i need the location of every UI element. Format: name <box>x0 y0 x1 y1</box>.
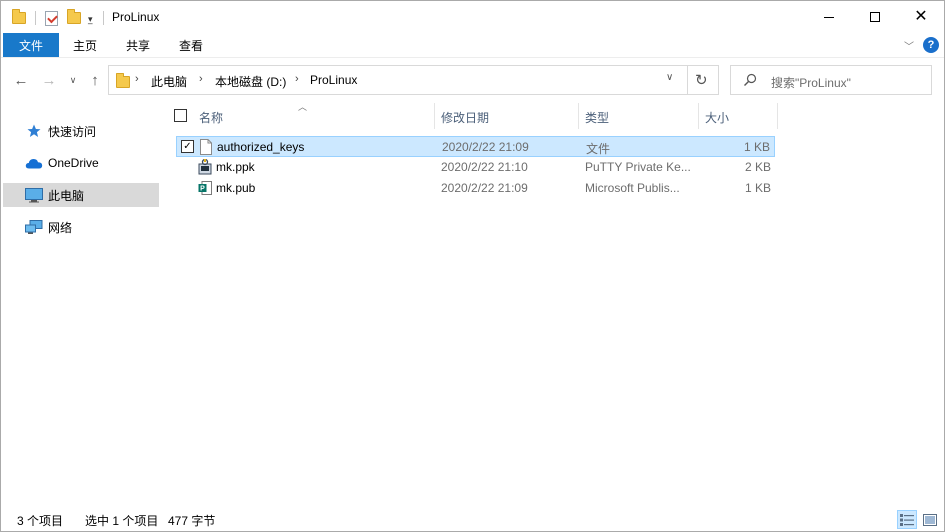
forward-arrow-icon[interactable]: → <box>39 70 59 90</box>
sidebar-item-label: 网络 <box>48 220 73 235</box>
chevron-right-icon[interactable]: › <box>135 73 139 85</box>
column-divider[interactable] <box>434 103 435 129</box>
address-divider <box>687 66 688 94</box>
file-row-mk-ppk[interactable]: mk.ppk 2020/2/22 21:10 PuTTY Private Ke.… <box>176 157 775 178</box>
properties-icon[interactable] <box>45 9 58 27</box>
sort-ascending-icon: ︿ <box>298 102 308 112</box>
sidebar-item-onedrive[interactable]: OneDrive <box>3 151 159 175</box>
search-box[interactable]: 搜索"ProLinux" <box>730 65 932 95</box>
file-size: 2 KB <box>744 160 771 174</box>
column-header-date[interactable]: 修改日期 <box>441 109 489 126</box>
up-arrow-icon[interactable]: ↑ <box>85 70 105 90</box>
window-title: ProLinux <box>112 10 160 24</box>
star-icon <box>25 123 43 139</box>
column-divider[interactable] <box>578 103 579 129</box>
large-icons-view-button[interactable] <box>920 510 940 529</box>
computer-icon <box>25 187 43 203</box>
select-all-checkbox[interactable] <box>174 109 187 122</box>
column-header-size[interactable]: 大小 <box>705 109 729 126</box>
ribbon: 文件 主页 共享 查看 ﹀ ? <box>1 33 944 58</box>
details-view-icon <box>900 513 914 526</box>
file-type: Microsoft Publis... <box>585 181 680 195</box>
status-size: 477 字节 <box>168 514 216 528</box>
search-input[interactable]: 搜索"ProLinux" <box>771 74 851 91</box>
tab-share[interactable]: 共享 <box>116 33 160 57</box>
address-bar[interactable]: › 此电脑 › 本地磁盘 (D:) › ProLinux ∨ ↻ <box>108 65 719 95</box>
recent-dropdown-icon[interactable]: ∨ <box>63 70 83 90</box>
network-icon <box>25 219 43 235</box>
tab-file[interactable]: 文件 <box>3 33 59 57</box>
column-divider[interactable] <box>777 103 778 129</box>
address-dropdown-icon[interactable]: ∨ <box>666 72 673 83</box>
file-row-mk-pub[interactable]: P mk.pub 2020/2/22 21:09 Microsoft Publi… <box>176 178 775 199</box>
file-date: 2020/2/22 21:10 <box>441 160 528 174</box>
sidebar-item-network[interactable]: 网络 <box>3 215 159 239</box>
breadcrumb-local-disk[interactable]: 本地磁盘 (D:) <box>215 73 286 90</box>
status-bar: 3 个项目 选中 1 个项目 477 字节 <box>1 507 944 531</box>
folder-icon[interactable] <box>12 9 26 27</box>
customize-dropdown-icon[interactable]: ▾̲ <box>88 10 93 28</box>
file-name[interactable]: mk.ppk <box>216 160 255 174</box>
expand-ribbon-icon[interactable]: ﹀ <box>904 38 914 53</box>
search-icon <box>744 73 757 86</box>
back-arrow-icon[interactable]: ← <box>11 70 31 90</box>
blank-file-icon <box>200 139 212 155</box>
file-name[interactable]: mk.pub <box>216 181 255 195</box>
refresh-icon[interactable]: ↻ <box>695 71 708 89</box>
close-icon: ✕ <box>914 8 928 25</box>
title-bar: ▾̲ ProLinux ✕ <box>1 1 944 33</box>
file-row-authorized-keys[interactable]: ✓ authorized_keys 2020/2/22 21:09 文件 1 K… <box>176 136 775 157</box>
toolbar-divider <box>103 11 104 25</box>
chevron-right-icon[interactable]: › <box>295 73 299 85</box>
details-view-button[interactable] <box>897 510 917 529</box>
status-selection: 选中 1 个项目 <box>85 514 159 528</box>
new-folder-icon[interactable] <box>67 9 81 27</box>
maximize-icon <box>870 12 880 22</box>
column-header-row: ︿ 名称 修改日期 类型 大小 <box>163 102 783 129</box>
file-size: 1 KB <box>744 181 771 195</box>
navigation-pane: 快速访问 OneDrive 此电脑 网络 <box>3 105 159 501</box>
column-header-name[interactable]: 名称 <box>199 109 223 126</box>
toolbar-divider <box>35 11 36 25</box>
column-divider[interactable] <box>698 103 699 129</box>
sidebar-item-quick-access[interactable]: 快速访问 <box>3 119 159 143</box>
minimize-button[interactable] <box>806 1 852 33</box>
breadcrumb-this-pc[interactable]: 此电脑 <box>151 73 187 90</box>
file-date: 2020/2/22 21:09 <box>442 140 529 154</box>
tab-view[interactable]: 查看 <box>169 33 213 57</box>
publisher-icon: P <box>198 181 212 195</box>
tab-home[interactable]: 主页 <box>63 33 107 57</box>
file-type: PuTTY Private Ke... <box>585 160 691 174</box>
column-header-type[interactable]: 类型 <box>585 109 609 126</box>
chevron-right-icon[interactable]: › <box>199 73 203 85</box>
sidebar-item-label: 此电脑 <box>48 188 85 203</box>
putty-key-icon <box>198 159 212 175</box>
file-type: 文件 <box>586 142 611 156</box>
large-icons-view-icon <box>923 513 937 526</box>
row-checkbox[interactable]: ✓ <box>181 140 194 153</box>
svg-text:P: P <box>200 186 205 193</box>
file-name[interactable]: authorized_keys <box>217 140 304 154</box>
maximize-button[interactable] <box>852 1 898 33</box>
close-button[interactable]: ✕ <box>898 1 944 33</box>
minimize-icon <box>824 16 834 18</box>
sidebar-item-this-pc[interactable]: 此电脑 <box>3 183 159 207</box>
status-item-count: 3 个项目 <box>17 514 64 528</box>
sidebar-item-label: 快速访问 <box>48 124 97 139</box>
address-folder-icon <box>116 73 130 88</box>
breadcrumb-prolinux[interactable]: ProLinux <box>310 73 357 87</box>
cloud-icon <box>25 155 43 171</box>
file-size: 1 KB <box>743 140 770 154</box>
help-icon[interactable]: ? <box>923 37 939 53</box>
explorer-window: ▾̲ ProLinux ✕ 文件 主页 共享 查看 ﹀ ? ← → ∨ ↑ › … <box>0 0 945 532</box>
file-date: 2020/2/22 21:09 <box>441 181 528 195</box>
sidebar-item-label: OneDrive <box>48 156 99 170</box>
